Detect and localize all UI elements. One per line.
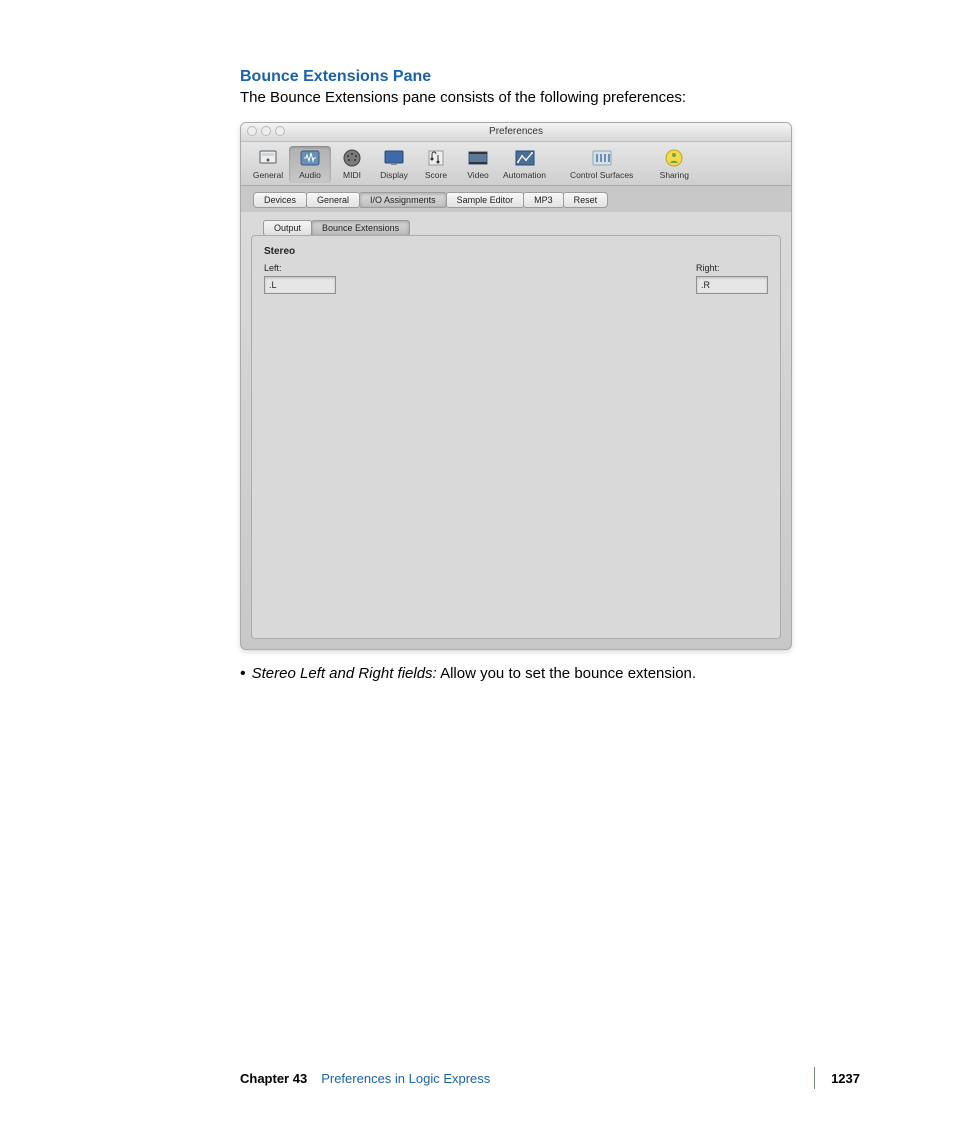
- innertab-output[interactable]: Output: [263, 220, 312, 236]
- toolbar-label: Audio: [299, 170, 321, 180]
- general-icon: [256, 148, 280, 168]
- toolbar-label: Sharing: [660, 170, 689, 180]
- left-input[interactable]: [264, 276, 336, 294]
- subtab-reset[interactable]: Reset: [563, 192, 609, 208]
- midi-icon: [340, 148, 364, 168]
- toolbar-video-button[interactable]: Video: [457, 146, 499, 183]
- toolbar-control-surfaces-button[interactable]: Control Surfaces: [566, 146, 637, 183]
- automation-icon: [513, 148, 537, 168]
- toolbar-sharing-button[interactable]: Sharing: [653, 146, 695, 183]
- subtab-general[interactable]: General: [306, 192, 360, 208]
- toolbar-automation-button[interactable]: Automation: [499, 146, 550, 183]
- window-titlebar: Preferences: [241, 123, 791, 142]
- toolbar-label: MIDI: [343, 170, 361, 180]
- innertab-bounce-extensions[interactable]: Bounce Extensions: [311, 220, 410, 236]
- right-field-column: Right:: [696, 263, 768, 294]
- bullet-dot: •: [240, 666, 246, 682]
- video-icon: [466, 148, 490, 168]
- right-label: Right:: [696, 263, 768, 273]
- traffic-lights: [247, 126, 285, 136]
- window-title: Preferences: [489, 126, 543, 137]
- toolbar-display-button[interactable]: Display: [373, 146, 415, 183]
- toolbar-general-button[interactable]: General: [247, 146, 289, 183]
- display-icon: [382, 148, 406, 168]
- toolbar-label: Video: [467, 170, 489, 180]
- stereo-group-label: Stereo: [264, 246, 768, 257]
- section-heading: Bounce Extensions Pane: [240, 68, 860, 86]
- bullet-item: • Stereo Left and Right fields: Allow yo…: [240, 664, 860, 684]
- toolbar-score-button[interactable]: Score: [415, 146, 457, 183]
- zoom-icon[interactable]: [275, 126, 285, 136]
- footer-divider: [814, 1067, 815, 1089]
- page-footer: Chapter 43 Preferences in Logic Express …: [240, 1067, 860, 1089]
- subtab-devices[interactable]: Devices: [253, 192, 307, 208]
- footer-page-number: 1237: [831, 1071, 860, 1086]
- footer-chapter: Chapter 43: [240, 1071, 307, 1086]
- preferences-toolbar: General Audio MIDI Display Score Video Automat…: [241, 142, 791, 186]
- subtab-sample-editor[interactable]: Sample Editor: [446, 192, 525, 208]
- control-icon: [590, 148, 614, 168]
- section-intro: The Bounce Extensions pane consists of t…: [240, 88, 860, 108]
- stereo-groupbox: Stereo Left: Right:: [251, 235, 781, 639]
- score-icon: [424, 148, 448, 168]
- toolbar-label: Automation: [503, 170, 546, 180]
- io-inner-tabs: OutputBounce Extensions: [263, 220, 781, 236]
- bullet-desc: Allow you to set the bounce extension.: [437, 665, 696, 682]
- left-label: Left:: [264, 263, 336, 273]
- toolbar-midi-button[interactable]: MIDI: [331, 146, 373, 183]
- subtab-mp3[interactable]: MP3: [523, 192, 564, 208]
- toolbar-label: General: [253, 170, 283, 180]
- toolbar-label: Control Surfaces: [570, 170, 633, 180]
- io-assignments-pane: OutputBounce Extensions Stereo Left: Rig…: [251, 214, 781, 639]
- toolbar-audio-button[interactable]: Audio: [289, 146, 331, 183]
- preferences-window: Preferences General Audio MIDI Display Score…: [240, 122, 792, 650]
- sharing-icon: [662, 148, 686, 168]
- toolbar-label: Score: [425, 170, 447, 180]
- toolbar-label: Display: [380, 170, 408, 180]
- left-field-column: Left:: [264, 263, 336, 294]
- subtab-io-assignments[interactable]: I/O Assignments: [359, 192, 447, 208]
- footer-title: Preferences in Logic Express: [321, 1071, 490, 1086]
- minimize-icon[interactable]: [261, 126, 271, 136]
- audio-subtabs: DevicesGeneralI/O AssignmentsSample Edit…: [241, 186, 791, 212]
- close-icon[interactable]: [247, 126, 257, 136]
- right-input[interactable]: [696, 276, 768, 294]
- audio-icon: [298, 148, 322, 168]
- bullet-term: Stereo Left and Right fields:: [252, 665, 437, 682]
